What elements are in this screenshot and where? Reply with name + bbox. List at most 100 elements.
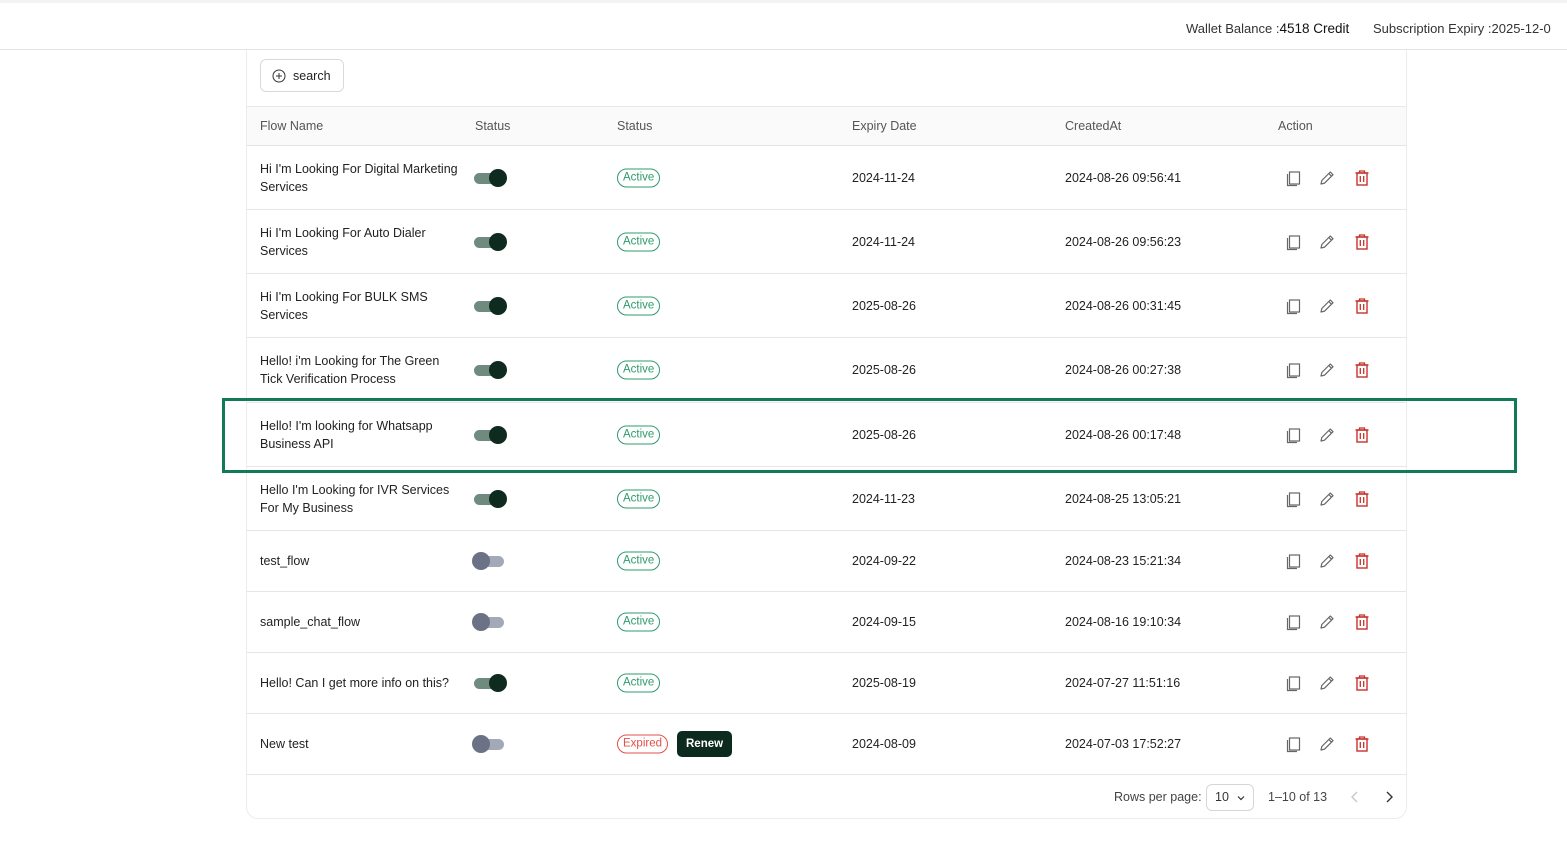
copy-icon[interactable] [1285,169,1303,187]
table-row: sample_chat_flow Active 2024-09-15 2024-08-… [247,592,1406,653]
search-label: search [293,68,331,83]
edit-icon[interactable] [1318,233,1336,251]
flow-name: Hi I'm Looking For Auto Dialer Services [260,225,426,258]
status-badge: Active [617,673,661,693]
status-toggle[interactable] [474,296,507,316]
edit-icon[interactable] [1318,297,1336,315]
delete-icon[interactable] [1353,297,1371,315]
status-badge: Active [617,296,661,315]
chevron-left-icon[interactable] [1350,791,1360,803]
delete-icon[interactable] [1353,361,1371,379]
col-status-toggle: Status [475,119,511,133]
flow-name: Hello I'm Looking for IVR Services For M… [260,482,450,515]
chevron-right-icon[interactable] [1384,791,1394,803]
table-row: Hello I'm Looking for IVR Services For M… [247,467,1406,531]
copy-icon[interactable] [1285,233,1303,251]
flow-name: Hi I'm Looking For BULK SMS Services [260,289,428,322]
expiry-date: 2024-11-23 [852,491,916,506]
flow-name: Hello! Can I get more info on this? [260,676,449,690]
delete-icon[interactable] [1353,735,1371,753]
status-toggle[interactable] [474,360,507,380]
expiry-date: 2024-09-22 [852,554,916,568]
status-badge: Active [617,360,661,380]
status-toggle[interactable] [474,232,507,252]
flow-name: Hello! i'm Looking for The Green Tick Ve… [260,354,440,386]
pagination-range: 1–10 of 13 [1268,790,1328,804]
plus-circle-icon [272,69,286,82]
delete-icon[interactable] [1353,674,1371,692]
status-badge: Expired [617,734,668,754]
wallet-balance: Wallet Balance :4518 Credit [1186,21,1350,36]
edit-icon[interactable] [1318,674,1336,692]
edit-icon[interactable] [1318,169,1336,187]
copy-icon[interactable] [1285,735,1303,753]
edit-icon[interactable] [1318,361,1336,379]
renew-button[interactable]: Renew [677,731,733,757]
created-at: 2024-08-23 15:21:34 [1065,554,1182,568]
flow-name: test_flow [260,554,310,568]
status-toggle[interactable] [474,168,507,188]
table-row: Hi I'm Looking For BULK SMS Services Acti… [247,274,1406,338]
expiry-date: 2024-09-15 [852,615,916,629]
table-row: Hi I'm Looking For Digital Marketing Ser… [247,146,1406,210]
expiry-date: 2024-11-24 [852,170,916,185]
expiry-date: 2025-08-26 [852,363,916,377]
status-badge: Active [617,168,661,187]
rows-per-page-select[interactable]: 10 [1206,784,1254,811]
flow-name: sample_chat_flow [260,615,361,629]
table-row: New test Expired Renew 2024-08-09 2024-07-03… [247,714,1406,775]
rows-per-page-value: 10 [1215,790,1229,804]
created-at: 2024-08-26 09:56:23 [1065,234,1182,249]
delete-icon[interactable] [1353,552,1371,570]
delete-icon[interactable] [1353,490,1371,508]
col-expiry-date: Expiry Date [852,119,917,133]
rows-per-page-label: Rows per page: [1114,790,1202,804]
status-toggle[interactable] [474,489,507,509]
status-toggle[interactable] [472,551,506,571]
highlighted-row-frame [222,398,1517,473]
created-at: 2024-07-27 11:51:16 [1065,676,1181,690]
created-at: 2024-08-16 19:10:34 [1065,615,1182,629]
created-at: 2024-08-26 00:31:45 [1065,298,1182,313]
col-status: Status [617,119,653,133]
status-toggle[interactable] [474,673,507,693]
status-badge: Active [617,551,661,571]
copy-icon[interactable] [1285,490,1303,508]
col-action: Action [1278,119,1313,133]
created-at: 2024-08-26 00:27:38 [1065,363,1182,377]
chevron-down-icon [1237,796,1245,801]
expiry-date: 2025-08-26 [852,298,916,313]
status-toggle[interactable] [472,612,506,632]
copy-icon[interactable] [1285,674,1303,692]
delete-icon[interactable] [1353,613,1371,631]
flow-name: Hi I'm Looking For Digital Marketing Ser… [260,161,458,194]
status-badge: Active [617,489,661,508]
top-bar: Wallet Balance :4518 Credit Subscription… [0,0,1567,50]
created-at: 2024-08-25 13:05:21 [1065,491,1182,506]
created-at: 2024-07-03 17:52:27 [1065,737,1182,751]
expiry-date: 2024-08-09 [852,737,916,751]
table-row: Hello! Can I get more info on this? Activ… [247,653,1406,714]
table-row: Hi I'm Looking For Auto Dialer Services A… [247,210,1406,274]
status-badge: Active [617,232,661,251]
created-at: 2024-08-26 09:56:41 [1065,170,1182,185]
copy-icon[interactable] [1285,297,1303,315]
table-header: Flow Name Status Status Expiry Date Crea… [247,106,1406,146]
copy-icon[interactable] [1285,613,1303,631]
status-toggle[interactable] [472,734,506,754]
edit-icon[interactable] [1318,552,1336,570]
edit-icon[interactable] [1318,490,1336,508]
copy-icon[interactable] [1285,552,1303,570]
col-created-at: CreatedAt [1065,119,1122,133]
search-button[interactable]: search [260,59,344,92]
copy-icon[interactable] [1285,361,1303,379]
edit-icon[interactable] [1318,613,1336,631]
flow-name: New test [260,737,309,751]
expiry-date: 2024-11-24 [852,234,916,249]
delete-icon[interactable] [1353,169,1371,187]
delete-icon[interactable] [1353,233,1371,251]
subscription-expiry: Subscription Expiry :2025-12-0 [1373,21,1551,36]
edit-icon[interactable] [1318,735,1336,753]
status-badge: Active [617,612,661,632]
col-flow-name: Flow Name [260,119,324,133]
